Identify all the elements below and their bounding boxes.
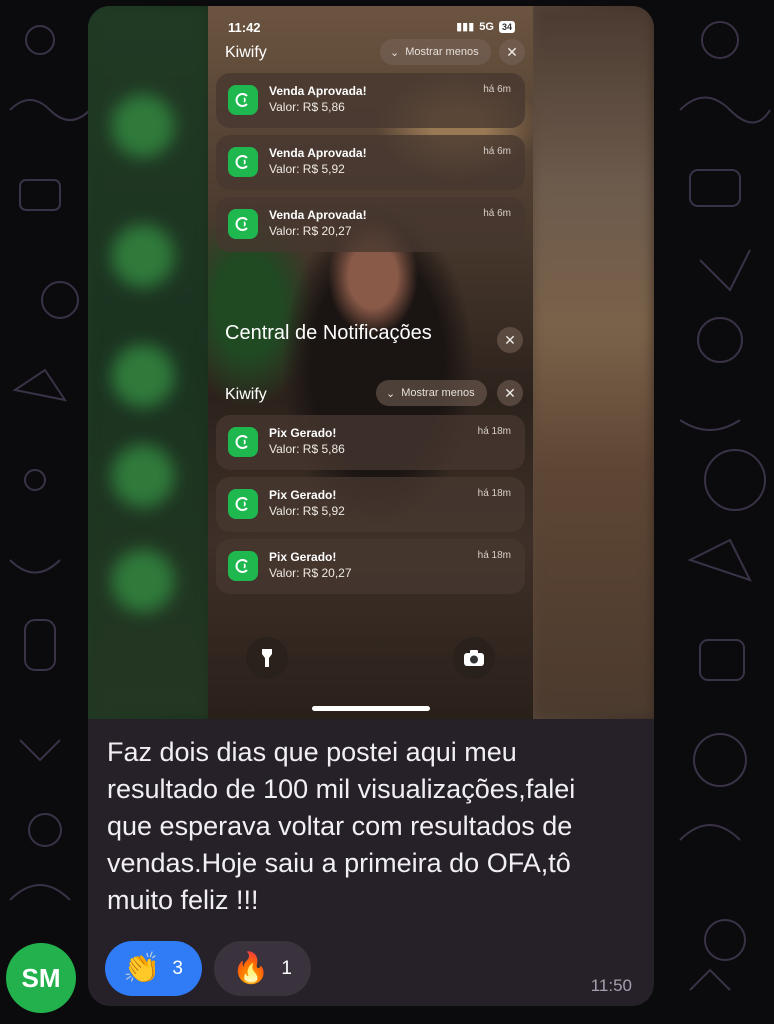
notification-value: Valor: R$ 5,86 <box>269 100 345 114</box>
notification-card: Venda Aprovada! Valor: R$ 5,86 há 6m <box>216 73 525 128</box>
close-icon: ✕ <box>499 39 525 65</box>
fire-icon: 🔥 <box>232 951 270 985</box>
blurred-background-right <box>532 6 654 719</box>
notification-card: Venda Aprovada! Valor: R$ 20,27 há 6m <box>216 197 525 252</box>
phone-lock-screen: 11:42 ▮▮▮ 5G 34 Kiwify ⌄ Mostrar menos ✕… <box>208 6 533 719</box>
chevron-down-icon: ⌄ <box>390 46 400 59</box>
notification-time: há 18m <box>477 550 511 561</box>
notification-value: Valor: R$ 5,86 <box>269 442 345 456</box>
status-time: 11:42 <box>228 20 261 35</box>
notification-card: Pix Gerado! Valor: R$ 5,92 há 18m <box>216 477 525 532</box>
notification-title: Pix Gerado! <box>269 550 337 564</box>
reaction-fire[interactable]: 🔥 1 <box>214 941 311 996</box>
notification-value: Valor: R$ 20,27 <box>269 566 352 580</box>
sender-avatar[interactable]: SM <box>6 943 76 1013</box>
notification-title: Venda Aprovada! <box>269 208 367 222</box>
status-icons: ▮▮▮ 5G 34 <box>456 20 515 33</box>
message-time: 11:50 <box>590 976 632 995</box>
notification-title: Pix Gerado! <box>269 426 337 440</box>
show-less-button-top: ⌄ Mostrar menos <box>380 39 491 65</box>
notification-title: Venda Aprovada! <box>269 84 367 98</box>
flashlight-icon <box>246 637 288 679</box>
kiwify-icon <box>228 551 258 581</box>
kiwify-icon <box>228 147 258 177</box>
home-indicator <box>312 706 430 711</box>
kiwify-icon <box>228 427 258 457</box>
signal-icon: ▮▮▮ <box>456 21 475 33</box>
notification-time: há 6m <box>483 84 511 95</box>
app-name-bottom: Kiwify <box>225 386 267 403</box>
notification-time: há 6m <box>483 208 511 219</box>
screenshot-image[interactable]: 11:42 ▮▮▮ 5G 34 Kiwify ⌄ Mostrar menos ✕… <box>88 6 654 719</box>
kiwify-icon <box>228 85 258 115</box>
notification-time: há 6m <box>483 146 511 157</box>
reaction-clap[interactable]: 👏 3 <box>105 941 202 996</box>
message-bubble[interactable]: 11:42 ▮▮▮ 5G 34 Kiwify ⌄ Mostrar menos ✕… <box>88 6 654 1006</box>
show-less-button-bottom: ⌄ Mostrar menos <box>376 380 487 406</box>
notification-title: Venda Aprovada! <box>269 146 367 160</box>
clapping-hands-icon: 👏 <box>123 951 161 985</box>
camera-icon <box>453 637 495 679</box>
notification-value: Valor: R$ 20,27 <box>269 224 352 238</box>
kiwify-icon <box>228 209 258 239</box>
notification-value: Valor: R$ 5,92 <box>269 162 345 176</box>
notification-card: Pix Gerado! Valor: R$ 5,86 há 18m <box>216 415 525 470</box>
chevron-down-icon: ⌄ <box>386 387 396 400</box>
reaction-count: 3 <box>172 957 183 979</box>
network-label: 5G <box>479 20 494 33</box>
app-name-top: Kiwify <box>225 44 267 61</box>
notification-card: Venda Aprovada! Valor: R$ 5,92 há 6m <box>216 135 525 190</box>
reaction-count: 1 <box>281 957 292 979</box>
notification-time: há 18m <box>477 488 511 499</box>
notification-value: Valor: R$ 5,92 <box>269 504 345 518</box>
close-icon: ✕ <box>497 380 523 406</box>
reactions-bar: 👏 3 🔥 1 <box>105 941 311 996</box>
close-icon: ✕ <box>497 327 523 353</box>
status-bar: 11:42 ▮▮▮ 5G 34 <box>208 20 533 36</box>
notification-center-title: Central de Notificações <box>225 322 432 344</box>
notification-card: Pix Gerado! Valor: R$ 20,27 há 18m <box>216 539 525 594</box>
notification-title: Pix Gerado! <box>269 488 337 502</box>
kiwify-icon <box>228 489 258 519</box>
blurred-background-left <box>88 6 210 719</box>
notification-time: há 18m <box>477 426 511 437</box>
battery-icon: 34 <box>498 20 515 33</box>
message-text: Faz dois dias que postei aqui meu result… <box>107 737 576 915</box>
